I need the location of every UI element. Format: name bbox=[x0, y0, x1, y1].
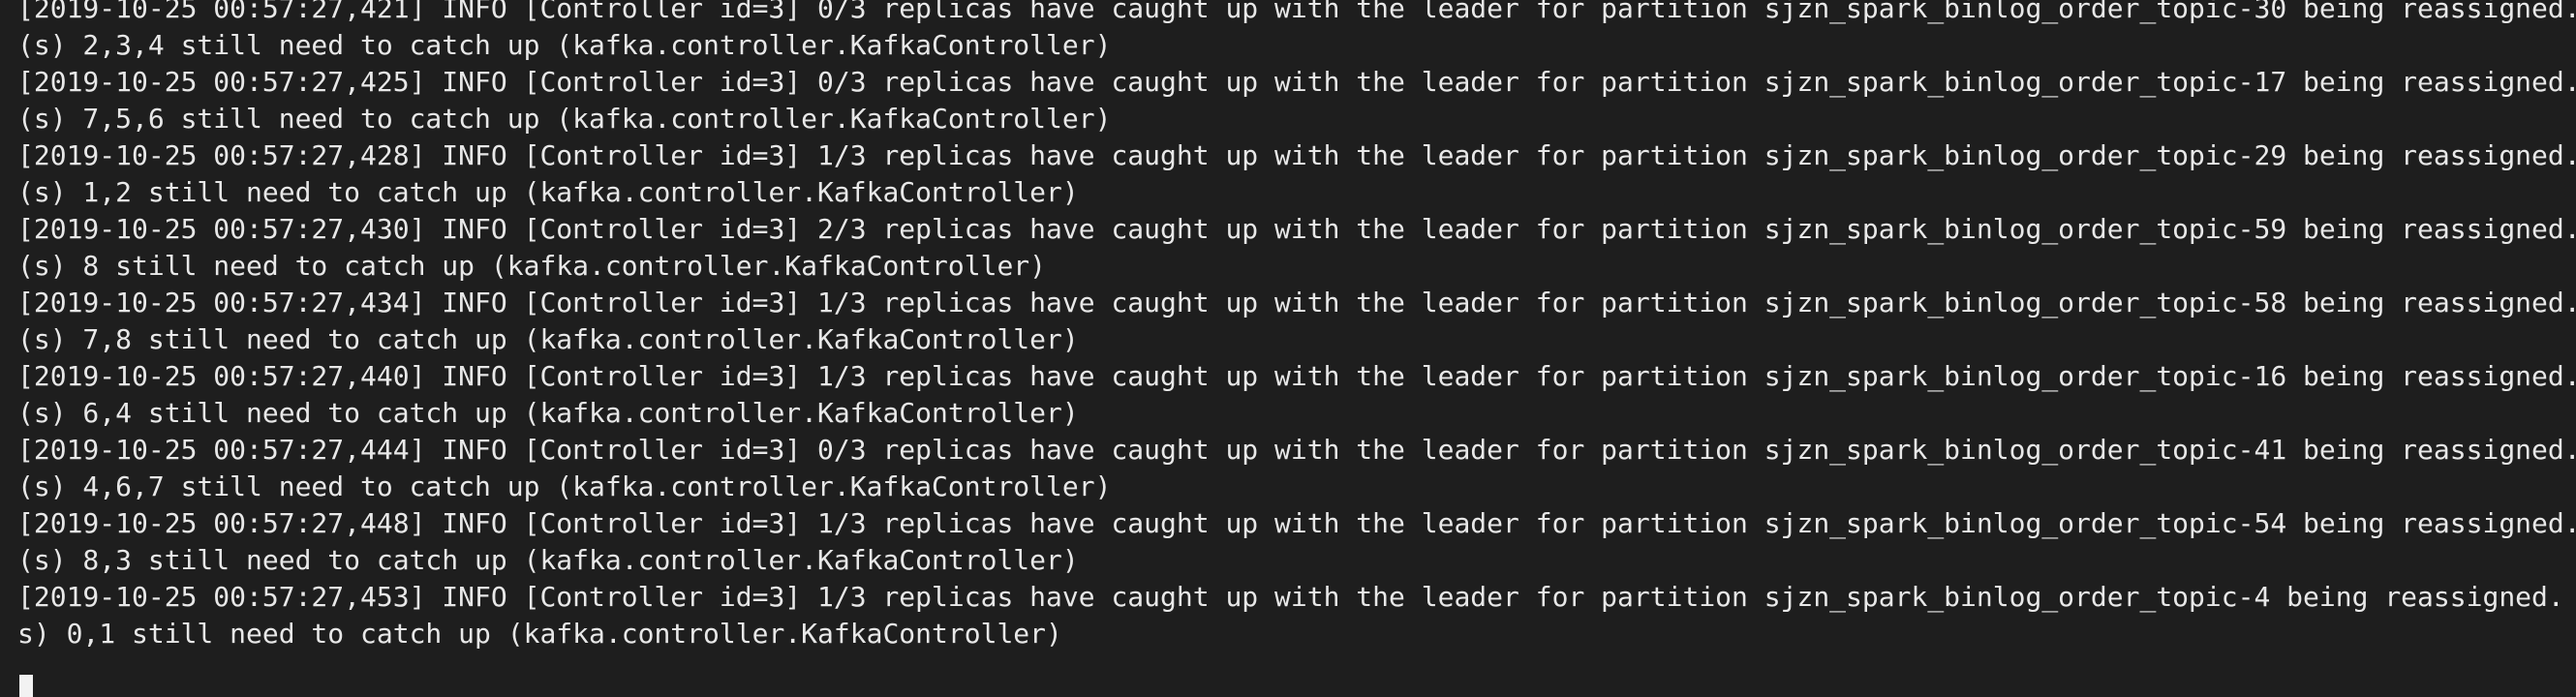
log-line: [2019-10-25 00:57:27,434] INFO [Controll… bbox=[17, 287, 2576, 318]
log-line: [2019-10-25 00:57:27,428] INFO [Controll… bbox=[17, 139, 2576, 171]
log-line: (s) 2,3,4 still need to catch up (kafka.… bbox=[17, 29, 1112, 61]
terminal-window: [2019-10-25 00:57:27,421] INFO [Controll… bbox=[0, 0, 2576, 697]
log-line: (s) 4,6,7 still need to catch up (kafka.… bbox=[17, 470, 1112, 502]
log-line: (s) 7,8 still need to catch up (kafka.co… bbox=[17, 323, 1079, 355]
log-line: [2019-10-25 00:57:27,440] INFO [Controll… bbox=[17, 360, 2576, 392]
log-line: [2019-10-25 00:57:27,448] INFO [Controll… bbox=[17, 507, 2576, 539]
log-line: (s) 1,2 still need to catch up (kafka.co… bbox=[17, 176, 1079, 208]
terminal-output: [2019-10-25 00:57:27,421] INFO [Controll… bbox=[17, 0, 2576, 652]
log-line: (s) 6,4 still need to catch up (kafka.co… bbox=[17, 397, 1079, 429]
log-line: [2019-10-25 00:57:27,421] INFO [Controll… bbox=[17, 0, 2576, 24]
log-line: (s) 8,3 still need to catch up (kafka.co… bbox=[17, 544, 1079, 576]
log-line: (s) 7,5,6 still need to catch up (kafka.… bbox=[17, 103, 1112, 135]
text-cursor[interactable] bbox=[19, 675, 33, 697]
log-line: [2019-10-25 00:57:27,430] INFO [Controll… bbox=[17, 213, 2576, 245]
log-line: (s) 8 still need to catch up (kafka.cont… bbox=[17, 250, 1047, 282]
log-line: [2019-10-25 00:57:27,444] INFO [Controll… bbox=[17, 434, 2576, 466]
log-line: [2019-10-25 00:57:27,425] INFO [Controll… bbox=[17, 66, 2576, 98]
log-line: [2019-10-25 00:57:27,453] INFO [Controll… bbox=[17, 581, 2576, 613]
log-line: s) 0,1 still need to catch up (kafka.con… bbox=[17, 618, 1062, 650]
